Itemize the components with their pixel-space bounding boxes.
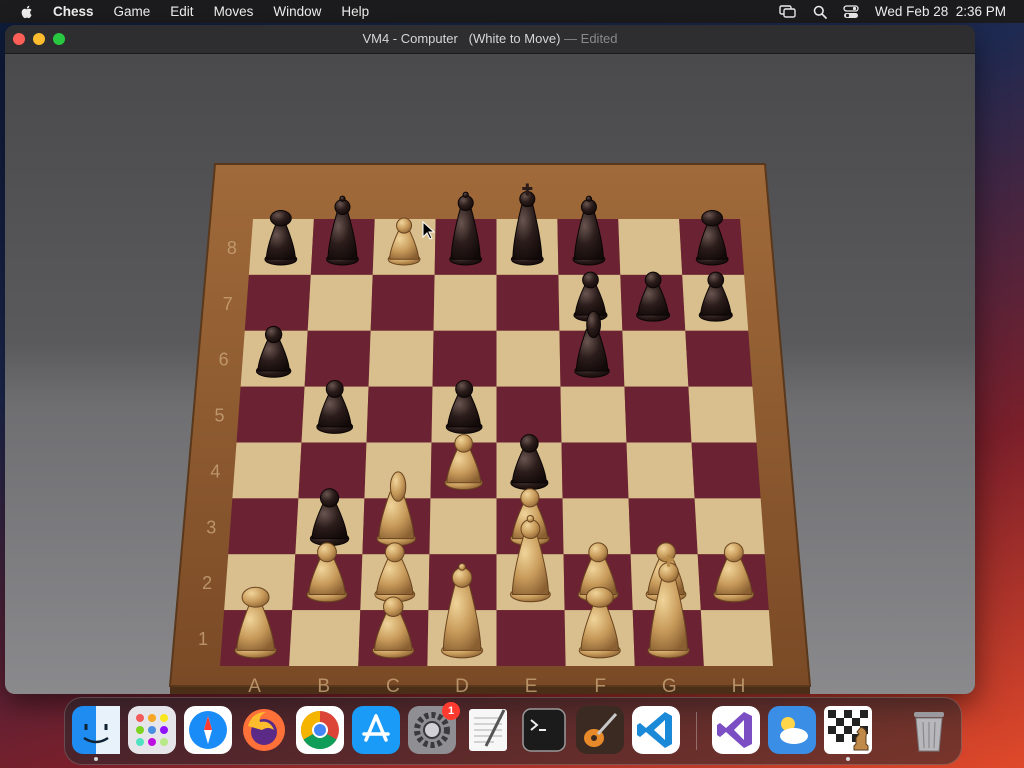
window-titlebar[interactable]: VM4 - Computer (White to Move) — Edited — [5, 25, 975, 54]
square-a4[interactable] — [232, 442, 302, 499]
square-e5[interactable] — [496, 386, 562, 443]
edited-status: Edited — [580, 31, 618, 46]
firefox-icon — [243, 709, 285, 751]
rank-label: 2 — [202, 573, 212, 593]
board-squares[interactable] — [220, 219, 773, 666]
running-indicator — [846, 757, 850, 761]
file-label: F — [594, 676, 606, 694]
chess-app-icon — [824, 706, 872, 754]
square-d6[interactable] — [432, 330, 497, 387]
menu-clock[interactable]: Wed Feb 28 2:36 PM — [875, 4, 1006, 19]
menu-bar: Chess Game Edit Moves Window Help Wed Fe… — [0, 0, 1024, 23]
square-e6[interactable] — [496, 330, 561, 387]
running-indicator — [94, 757, 98, 761]
dock-chrome[interactable] — [296, 706, 344, 754]
dock-terminal[interactable] — [520, 706, 568, 754]
file-label: E — [525, 676, 538, 694]
square-a3[interactable] — [228, 498, 299, 555]
square-b7[interactable] — [307, 274, 373, 331]
dock-finder[interactable] — [72, 706, 120, 761]
launchpad-icon — [128, 706, 176, 754]
rank-label: 5 — [215, 406, 225, 426]
menu-window[interactable]: Window — [273, 4, 321, 19]
menu-help[interactable]: Help — [341, 4, 369, 19]
rank-label: 4 — [210, 461, 220, 481]
square-b1[interactable] — [289, 610, 361, 666]
rank-label: 6 — [219, 350, 229, 370]
square-g6[interactable] — [622, 330, 689, 387]
screen-mirroring-icon[interactable] — [779, 4, 797, 19]
file-label: C — [386, 676, 400, 694]
dock-separator — [696, 712, 697, 750]
board-frame-side — [170, 686, 810, 694]
square-c5[interactable] — [366, 386, 433, 443]
dock-visual-studio[interactable] — [712, 706, 760, 754]
square-a7[interactable] — [244, 274, 311, 331]
dock-trash[interactable] — [905, 706, 953, 754]
rank-label: 3 — [206, 517, 216, 537]
spotlight-search-icon[interactable] — [813, 5, 827, 19]
file-label: G — [662, 676, 677, 694]
square-g5[interactable] — [624, 386, 692, 443]
garageband-guitar-icon — [576, 706, 624, 754]
dock-garageband[interactable] — [576, 706, 624, 754]
menu-game[interactable]: Game — [114, 4, 151, 19]
terminal-icon — [522, 708, 566, 752]
chrome-icon — [296, 706, 344, 754]
dock-chess[interactable] — [824, 706, 872, 761]
dock-system-settings[interactable]: 1 — [408, 702, 460, 754]
square-e1[interactable] — [496, 610, 566, 666]
textedit-icon — [469, 709, 507, 751]
square-c7[interactable] — [370, 274, 435, 331]
chess-scene[interactable]: A B C D E F G H 8 7 6 5 4 3 2 1 — [5, 54, 975, 694]
square-d3[interactable] — [429, 498, 497, 555]
square-h5[interactable] — [688, 386, 757, 443]
visual-studio-icon — [712, 706, 760, 754]
dock-weather[interactable] — [768, 706, 816, 754]
control-center-icon[interactable] — [843, 4, 859, 19]
square-d7[interactable] — [433, 274, 497, 331]
square-f4[interactable] — [561, 442, 629, 499]
dock-firefox[interactable] — [240, 706, 288, 754]
title-separator: — — [564, 31, 578, 46]
weather-cloud-icon — [768, 706, 816, 754]
vscode-icon — [632, 706, 680, 754]
dock: 1 — [64, 697, 962, 765]
square-e7[interactable] — [496, 274, 560, 331]
square-c6[interactable] — [368, 330, 434, 387]
file-label: D — [455, 676, 469, 694]
notification-badge: 1 — [442, 702, 460, 720]
menu-app-name[interactable]: Chess — [53, 4, 94, 19]
square-a5[interactable] — [236, 386, 305, 443]
dock-safari[interactable] — [184, 706, 232, 754]
menu-edit[interactable]: Edit — [170, 4, 193, 19]
dock-app-store[interactable] — [352, 706, 400, 754]
rank-label: 7 — [223, 294, 233, 314]
chess-window: VM4 - Computer (White to Move) — Edited — [5, 25, 975, 694]
square-h6[interactable] — [685, 330, 753, 387]
rank-label: 8 — [227, 238, 237, 258]
app-store-icon — [352, 706, 400, 754]
chess-board-view[interactable]: A B C D E F G H 8 7 6 5 4 3 2 1 — [5, 54, 975, 694]
dock-launchpad[interactable] — [128, 706, 176, 754]
square-f5[interactable] — [560, 386, 627, 443]
finder-icon — [72, 706, 120, 754]
file-label: H — [732, 676, 746, 694]
file-label: B — [317, 676, 330, 694]
window-title-text: VM4 - Computer (White to Move) — [362, 31, 561, 46]
square-g8[interactable] — [618, 219, 683, 275]
rank-label: 1 — [198, 629, 208, 649]
square-h1[interactable] — [700, 610, 773, 666]
file-label: A — [248, 676, 261, 694]
square-b6[interactable] — [304, 330, 371, 387]
menu-moves[interactable]: Moves — [214, 4, 254, 19]
square-g4[interactable] — [626, 442, 695, 499]
dock-vscode[interactable] — [632, 706, 680, 754]
trash-icon — [914, 712, 944, 752]
apple-menu-icon[interactable] — [19, 4, 35, 20]
window-title: VM4 - Computer (White to Move) — Edited — [5, 31, 975, 46]
safari-icon — [184, 706, 232, 754]
dock-textedit[interactable] — [464, 706, 512, 754]
square-h4[interactable] — [691, 442, 761, 499]
